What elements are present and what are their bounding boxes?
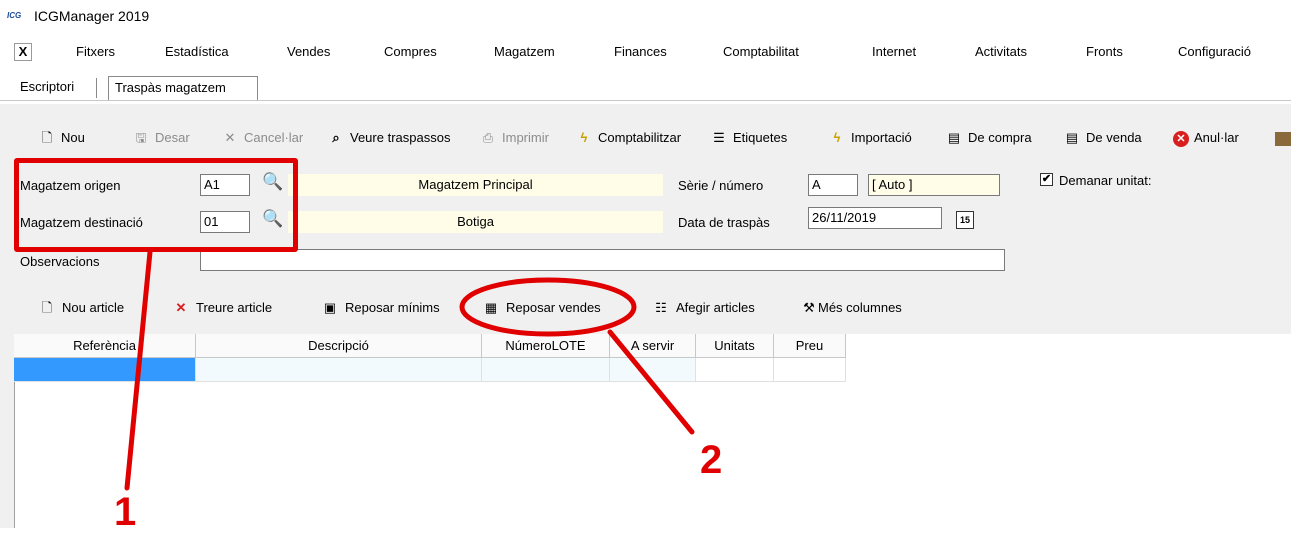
- de-venda-button[interactable]: ▤ De venda: [1063, 128, 1142, 148]
- calendar-icon[interactable]: 15: [956, 211, 974, 229]
- data-traspas-input[interactable]: 26/11/2019: [808, 207, 942, 229]
- box-icon[interactable]: [1275, 128, 1291, 148]
- anullar-button[interactable]: ✕ Anul·lar: [1173, 128, 1239, 148]
- column-header-descripcio[interactable]: Descripció: [196, 334, 482, 358]
- label-icon: ☰: [713, 130, 725, 145]
- menu-configuracio[interactable]: Configuració: [1178, 44, 1251, 59]
- cell-descripcio[interactable]: [196, 358, 482, 382]
- articles-grid: Referència Descripció NúmeroLOTE A servi…: [14, 334, 846, 382]
- menu-bar: X Fitxers Estadística Vendes Compres Mag…: [0, 36, 1291, 68]
- afegir-articles-button[interactable]: ☷ Afegir articles: [652, 298, 755, 318]
- annotation-label-2: 2: [700, 438, 723, 482]
- menu-compres[interactable]: Compres: [384, 44, 437, 59]
- menu-estadistica[interactable]: Estadística: [165, 44, 229, 59]
- cancel-circle-icon: ✕: [1173, 130, 1189, 147]
- menu-magatzem[interactable]: Magatzem: [494, 44, 555, 59]
- title-bar: ICG ICGManager 2019: [0, 0, 1291, 36]
- demanar-unitats-checkbox[interactable]: ✔: [1040, 173, 1053, 186]
- imprimir-button[interactable]: ⎙ Imprimir: [479, 128, 549, 148]
- menu-finances[interactable]: Finances: [614, 44, 667, 59]
- new-document-icon: 🗋: [41, 130, 53, 145]
- column-header-a-servir[interactable]: A servir: [610, 334, 696, 358]
- import-lightning-icon: ϟ: [833, 130, 841, 145]
- observacions-input[interactable]: [200, 249, 1005, 271]
- tab-separator: [96, 78, 97, 98]
- cell-numerolote[interactable]: [482, 358, 610, 382]
- annotation-box-1: [14, 158, 298, 252]
- restock-sales-icon: ▦: [484, 300, 498, 315]
- menu-activitats[interactable]: Activitats: [975, 44, 1027, 59]
- tools-icon: ⚒: [803, 300, 815, 315]
- search-icon: ⌕: [332, 130, 340, 145]
- new-article-icon: 🗋: [41, 300, 53, 315]
- column-header-preu[interactable]: Preu: [774, 334, 846, 358]
- add-articles-icon: ☷: [655, 300, 667, 315]
- column-header-numerolote[interactable]: NúmeroLOTE: [482, 334, 610, 358]
- lightning-icon: ϟ: [580, 130, 588, 145]
- desar-button[interactable]: 🖫 Desar: [132, 128, 189, 148]
- cancelar-button[interactable]: ✕ Cancel·lar: [221, 128, 304, 148]
- tab-traspas-magatzem[interactable]: Traspàs magatzem: [108, 76, 258, 100]
- demanar-unitats-label: Demanar unitat:: [1059, 173, 1152, 188]
- mes-columnes-button[interactable]: ⚒ Més columnes: [800, 298, 902, 318]
- magatzem-origen-name: Magatzem Principal: [288, 174, 663, 196]
- save-icon: 🖫: [135, 130, 147, 145]
- importacio-button[interactable]: ϟ Importació: [828, 128, 912, 148]
- menu-fitxers[interactable]: Fitxers: [76, 44, 115, 59]
- tab-escriptori[interactable]: Escriptori: [14, 76, 100, 100]
- remove-article-icon: ✕: [175, 300, 187, 315]
- reposar-minims-button[interactable]: ▣ Reposar mínims: [321, 298, 440, 318]
- magatzem-destinacio-name: Botiga: [288, 211, 663, 233]
- cell-unitats[interactable]: [696, 358, 774, 382]
- tab-divider: [0, 100, 1291, 101]
- serie-input[interactable]: A: [808, 174, 858, 196]
- veure-traspassos-button[interactable]: ⌕ Veure traspassos: [327, 128, 450, 148]
- data-traspas-label: Data de traspàs: [678, 215, 770, 230]
- treure-article-button[interactable]: ✕ Treure article: [172, 298, 273, 318]
- menu-comptabilitat[interactable]: Comptabilitat: [723, 44, 799, 59]
- cell-a-servir[interactable]: [610, 358, 696, 382]
- printer-icon: ⎙: [482, 130, 494, 145]
- nou-article-button[interactable]: 🗋 Nou article: [38, 298, 124, 318]
- menu-vendes[interactable]: Vendes: [287, 44, 330, 59]
- observacions-label: Observacions: [20, 254, 100, 269]
- sale-document-icon: ▤: [1065, 130, 1079, 145]
- window-title: ICGManager 2019: [34, 8, 150, 24]
- close-icon[interactable]: X: [14, 43, 32, 61]
- annotation-label-1: 1: [114, 490, 137, 534]
- cell-preu[interactable]: [774, 358, 846, 382]
- restock-minimums-icon: ▣: [323, 300, 337, 315]
- nou-button[interactable]: 🗋 Nou: [38, 128, 85, 148]
- comptabilitzar-button[interactable]: ϟ Comptabilitzar: [575, 128, 682, 148]
- cell-referencia-selected[interactable]: [14, 358, 196, 382]
- column-header-referencia[interactable]: Referència: [14, 334, 196, 358]
- purchase-document-icon: ▤: [947, 130, 961, 145]
- column-header-unitats[interactable]: Unitats: [696, 334, 774, 358]
- serie-numero-label: Sèrie / número: [678, 178, 764, 193]
- app-logo-icon: ICG: [7, 11, 22, 20]
- menu-fronts[interactable]: Fronts: [1086, 44, 1123, 59]
- de-compra-button[interactable]: ▤ De compra: [945, 128, 1032, 148]
- cancel-icon: ✕: [224, 130, 236, 145]
- menu-internet[interactable]: Internet: [872, 44, 916, 59]
- reposar-vendes-button[interactable]: ▦ Reposar vendes: [482, 298, 601, 318]
- etiquetes-button[interactable]: ☰ Etiquetes: [710, 128, 787, 148]
- numero-input[interactable]: [ Auto ]: [868, 174, 1000, 196]
